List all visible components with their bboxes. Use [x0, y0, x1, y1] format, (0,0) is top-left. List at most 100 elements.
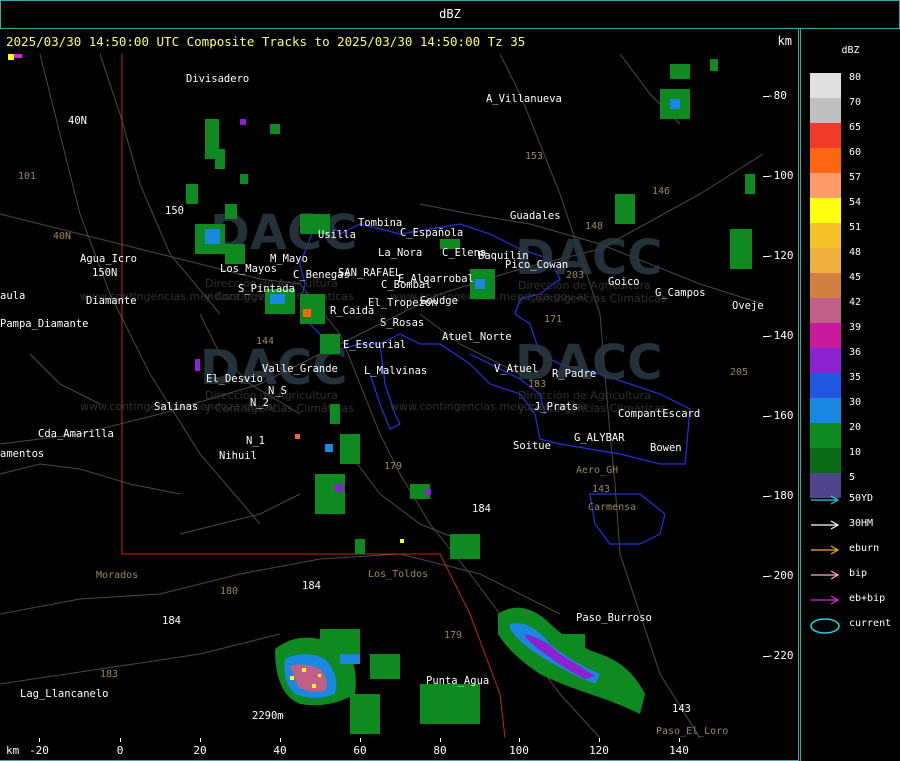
place-label: 150: [165, 205, 184, 217]
legend-track-label: eb+bip: [849, 593, 886, 604]
place-label: 179: [384, 461, 402, 472]
x-axis-km-label: km: [6, 744, 20, 757]
x-tick-label: 100: [509, 744, 529, 757]
place-label: El_Desvio: [206, 373, 263, 385]
legend-swatch: [810, 173, 841, 198]
place-label: Carmensa: [588, 502, 636, 513]
x-tick: [440, 738, 441, 742]
place-label: Divisadero: [186, 73, 249, 85]
header-text: 2025/03/30 14:50:00 UTC Composite Tracks…: [6, 34, 526, 49]
y-tick-label: -220: [767, 649, 794, 662]
legend-swatch: [810, 123, 841, 148]
place-label: 184: [162, 615, 181, 627]
place-label: N_1: [246, 435, 265, 447]
legend-swatch: [810, 373, 841, 398]
x-tick-label: 140: [669, 744, 689, 757]
legend-swatch: [810, 248, 841, 273]
x-tick-label: 80: [433, 744, 447, 757]
place-label: Paso_El_Loro: [656, 726, 728, 737]
legend-track-50yd: 50YD: [809, 493, 899, 507]
x-tick-label: 20: [193, 744, 207, 757]
legend-value: 42: [849, 297, 862, 308]
x-tick: [280, 738, 281, 742]
legend-track-label: eburn: [849, 543, 880, 554]
legend-track-bip: bip: [809, 568, 899, 582]
place-label: 40N: [68, 115, 87, 127]
place-label: 205: [730, 367, 748, 378]
place-label: Soitue: [513, 440, 551, 452]
y-tick-label: -200: [767, 569, 794, 582]
place-label: 144: [256, 336, 274, 347]
place-label: N_2: [250, 397, 269, 409]
track-arrow-icon: [811, 495, 840, 505]
place-label: A_Villanueva: [486, 93, 562, 105]
legend-value: 20: [849, 422, 862, 433]
place-label: 180: [220, 586, 238, 597]
place-label: Tombina: [358, 217, 402, 229]
place-label: C_Española: [400, 227, 463, 239]
y-tick-label: -180: [767, 489, 794, 502]
place-label: Los_Toldos: [368, 569, 428, 580]
x-tick-label: 120: [589, 744, 609, 757]
place-label: Nihuil: [219, 450, 257, 462]
place-label: 143: [592, 484, 610, 495]
x-axis: km -20 0 20 40 60 80 100 120 140: [0, 738, 799, 761]
place-label: G_Campos: [655, 287, 706, 299]
place-label: 148: [585, 221, 603, 232]
legend-track-label: current: [849, 618, 892, 629]
place-label: 183: [528, 379, 546, 390]
place-label: Punta_Agua: [426, 675, 489, 687]
place-label: 143: [672, 703, 691, 715]
place-label: Los_Mayos: [220, 263, 277, 275]
y-tick-label: -140: [767, 329, 794, 342]
legend-value: 5: [849, 472, 856, 483]
place-label: 179: [444, 630, 462, 641]
legend-value: 60: [849, 147, 862, 158]
place-label: Bowen: [650, 442, 682, 454]
place-label: aula: [0, 290, 25, 302]
place-label: S_Pintada: [238, 283, 295, 295]
legend-swatch: [810, 423, 841, 448]
place-label: Cda_Amarilla: [38, 428, 114, 440]
x-tick-label: 0: [116, 744, 124, 757]
x-tick: [39, 738, 40, 742]
place-label: 153: [525, 151, 543, 162]
place-label: Oveje: [732, 300, 763, 312]
legend-value: 10: [849, 447, 862, 458]
track-arrow-icon: [811, 545, 840, 555]
place-label: Salinas: [154, 401, 198, 413]
place-label: 101: [18, 171, 36, 182]
legend-swatch: [810, 198, 841, 223]
legend-swatch: [810, 273, 841, 298]
legend-value: 45: [849, 272, 862, 283]
place-label: SAN_RAFAEL: [338, 267, 401, 279]
place-label: N_S: [268, 385, 287, 397]
radar-map[interactable]: DACC DACC DACC DACC Dirección de Agricul…: [0, 54, 763, 738]
place-label: C_Bombal: [381, 279, 432, 291]
legend-value: 30: [849, 397, 862, 408]
legend-value: 54: [849, 197, 862, 208]
legend-track-label: 30HM: [849, 518, 874, 529]
legend-value: 36: [849, 347, 862, 358]
legend-track-current: current: [809, 618, 899, 634]
place-label: E_Escurial: [343, 339, 406, 351]
legend-title: dBZ: [841, 45, 860, 56]
y-tick-label: -100: [767, 169, 794, 182]
legend-swatch: [810, 448, 841, 473]
place-label: J_Prats: [534, 401, 578, 413]
legend-track-label: 50YD: [849, 493, 874, 504]
place-label: Valle_Grande: [262, 363, 338, 375]
legend-track-eb-bip: eb+bip: [809, 593, 899, 607]
place-label: Agua_Icro: [80, 253, 137, 265]
radar-map-canvas[interactable]: DACC DACC DACC DACC Dirección de Agricul…: [0, 54, 763, 738]
x-tick: [679, 738, 680, 742]
place-label: 146: [652, 186, 670, 197]
x-tick-label: -20: [29, 744, 49, 757]
y-tick-label: -120: [767, 249, 794, 262]
track-arrow-icon: [811, 570, 840, 580]
place-label: 40N: [53, 231, 71, 242]
place-label: Morados: [96, 570, 138, 581]
x-tick: [360, 738, 361, 742]
place-label: Aero_GH: [576, 465, 618, 476]
legend-swatch: [810, 98, 841, 123]
